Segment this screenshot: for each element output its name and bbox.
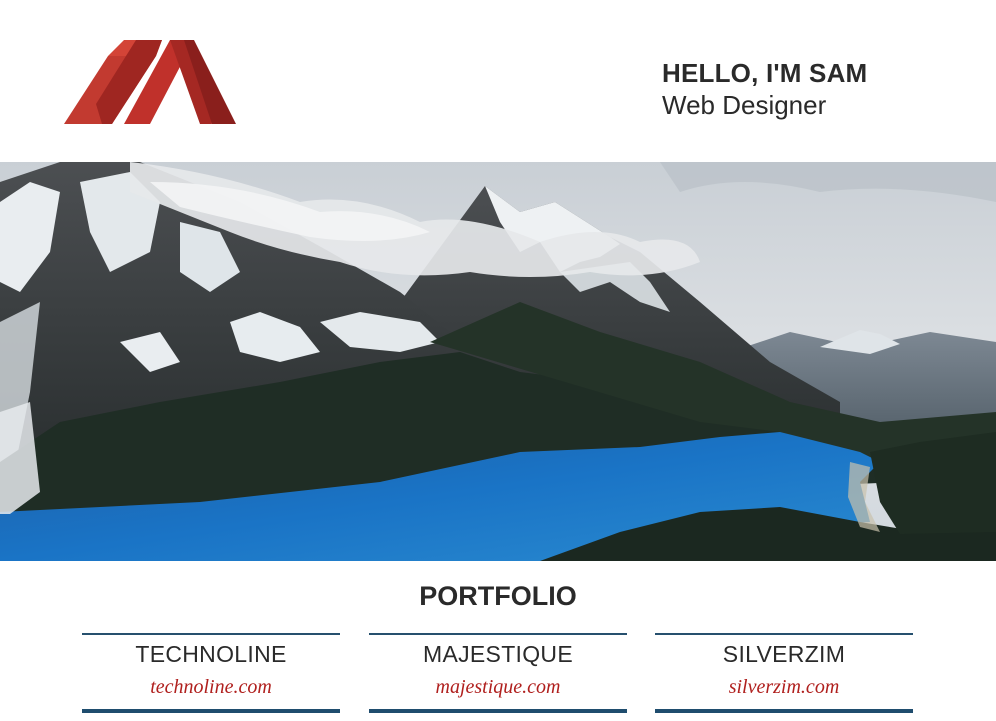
project-card-silverzim[interactable]: SILVERZIM silverzim.com (655, 633, 913, 713)
mountain-logo-icon[interactable] (62, 36, 238, 126)
greeting-heading: HELLO, I'M SAM (662, 58, 868, 88)
project-name: MAJESTIQUE (423, 641, 573, 667)
mountain-lake-image (0, 162, 996, 561)
project-card-majestique[interactable]: MAJESTIQUE majestique.com (369, 633, 627, 713)
portfolio-section: PORTFOLIO TECHNOLINE technoline.com MAJE… (0, 561, 996, 721)
site-header: HELLO, I'M SAM Web Designer (0, 0, 996, 162)
role-subtitle: Web Designer (662, 90, 827, 120)
project-link[interactable]: technoline.com (82, 675, 340, 699)
intro-block: HELLO, I'M SAM Web Designer (662, 58, 867, 120)
project-name: TECHNOLINE (135, 641, 287, 667)
project-link[interactable]: silverzim.com (655, 675, 913, 699)
project-link[interactable]: majestique.com (369, 675, 627, 699)
portfolio-heading: PORTFOLIO (419, 581, 577, 611)
hero-banner (0, 162, 996, 561)
project-card-technoline[interactable]: TECHNOLINE technoline.com (82, 633, 340, 713)
project-name: SILVERZIM (722, 641, 846, 667)
